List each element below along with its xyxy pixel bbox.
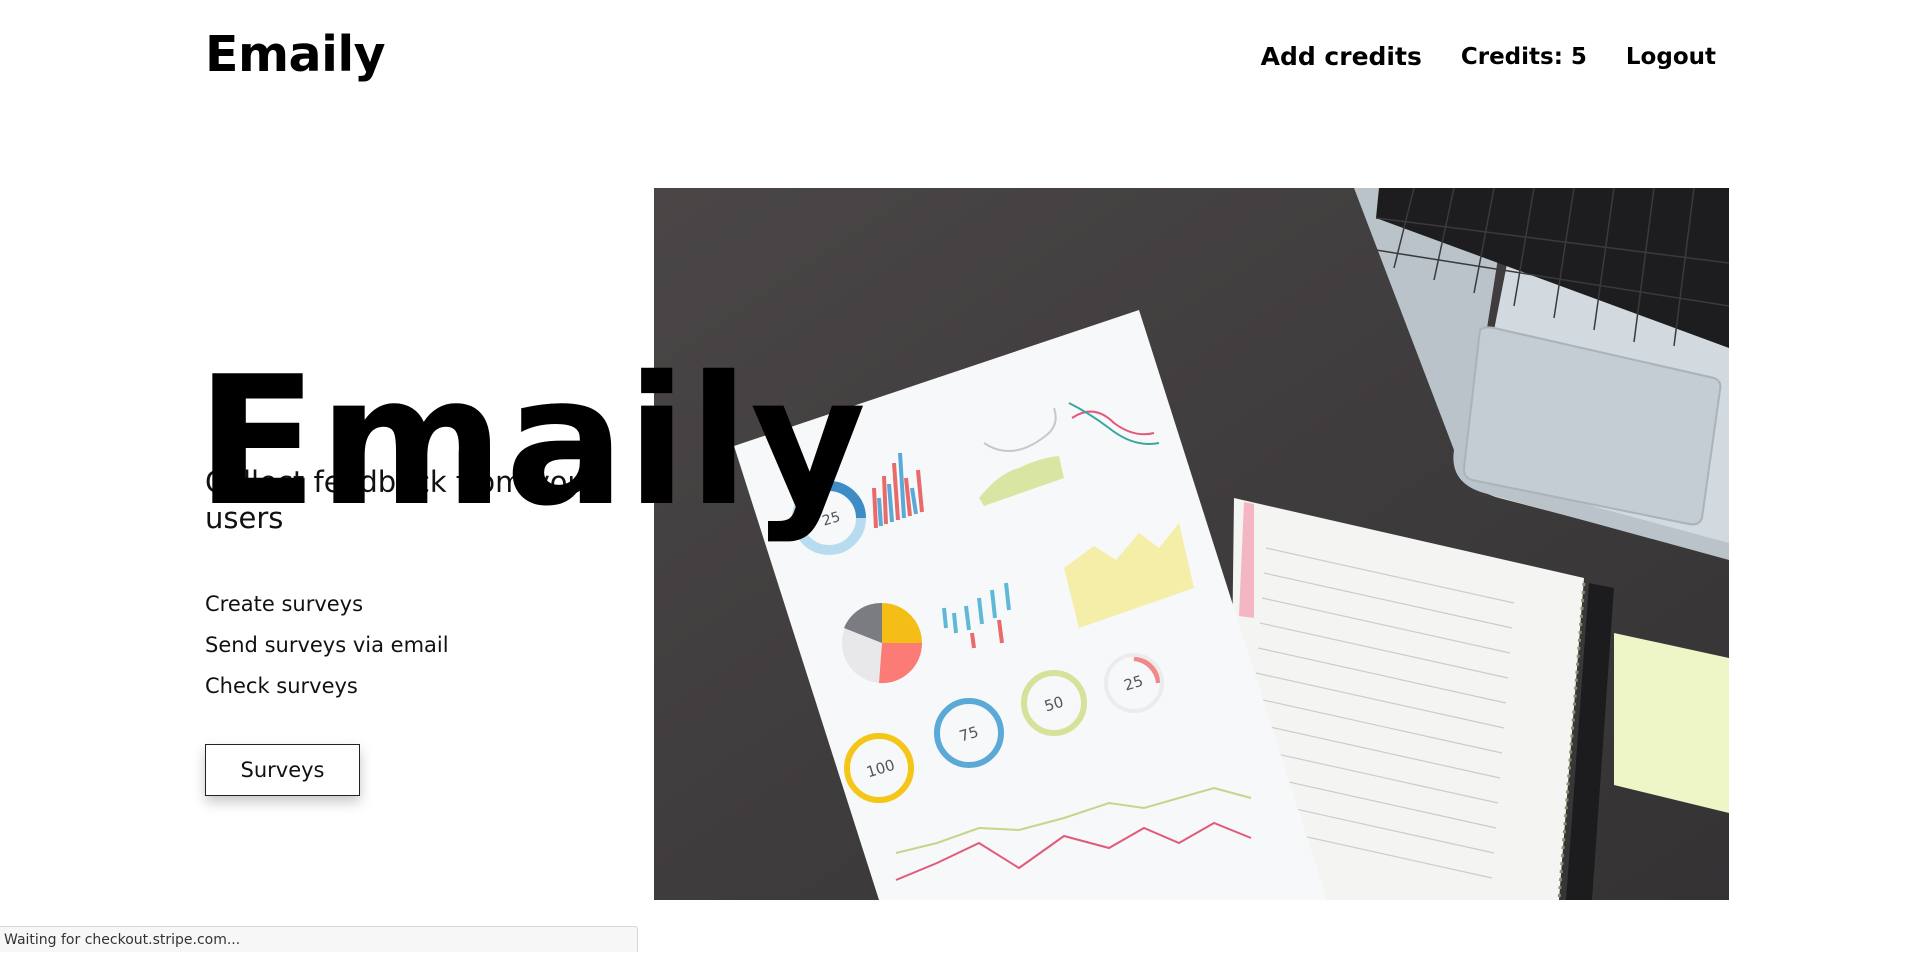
surveys-button[interactable]: Surveys: [205, 744, 360, 796]
add-credits-link[interactable]: Add credits: [1261, 42, 1422, 71]
hero-title: Emaily: [196, 338, 868, 546]
nav-links: Add credits Credits: 5 Logout: [1261, 42, 1716, 71]
sticky-note: [1614, 633, 1729, 813]
pie-chart: [842, 602, 923, 684]
feature-item: Create surveys: [205, 592, 364, 616]
feature-list: Create surveys Send surveys via email Ch…: [205, 584, 449, 707]
feature-item: Send surveys via email: [205, 633, 449, 657]
brand-logo[interactable]: Emaily: [205, 26, 386, 83]
browser-status-bar: Waiting for checkout.stripe.com...: [0, 926, 638, 952]
feature-item: Check surveys: [205, 674, 358, 698]
credits-count: Credits: 5: [1460, 43, 1587, 70]
navbar: Emaily Add credits Credits: 5 Logout: [0, 0, 1919, 115]
logout-link[interactable]: Logout: [1626, 44, 1716, 70]
